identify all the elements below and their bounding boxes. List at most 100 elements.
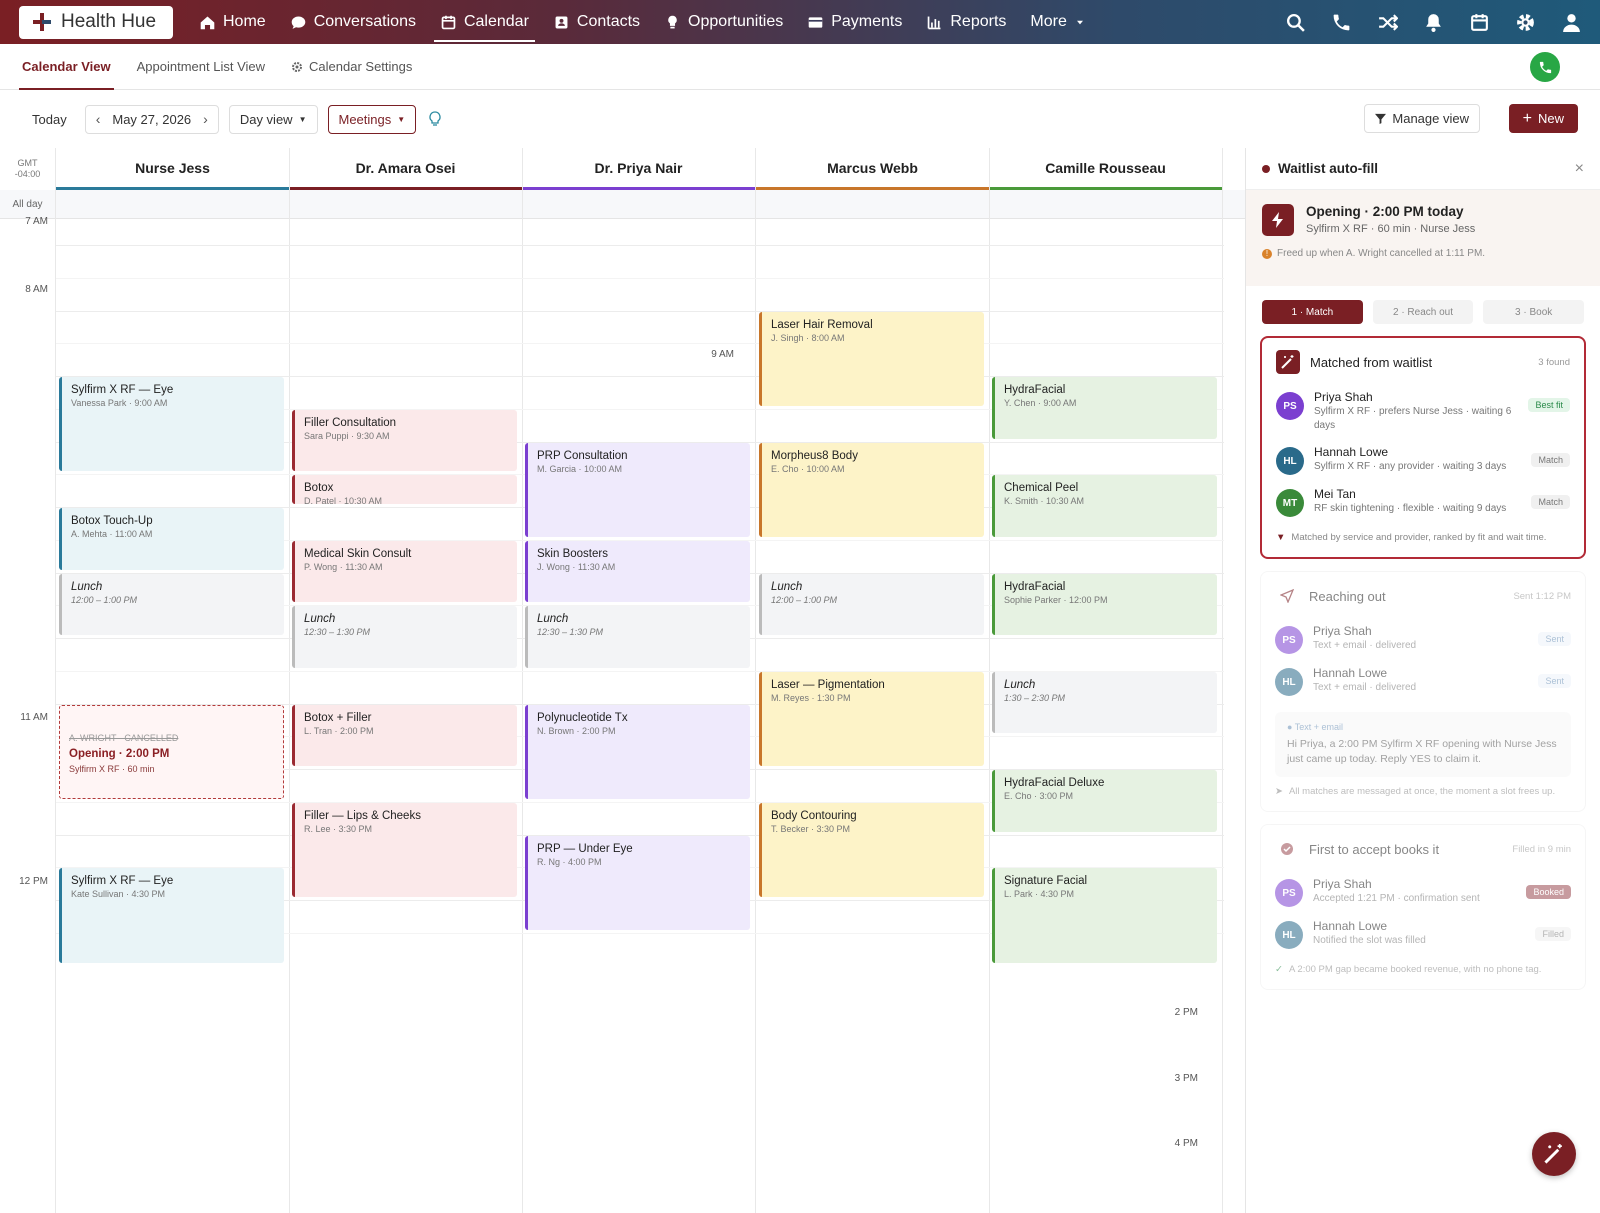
provider-header[interactable]: Dr. Priya Nair (522, 148, 755, 190)
provider-header[interactable]: Nurse Jess (56, 148, 289, 190)
manage-view-button[interactable]: Manage view (1364, 104, 1480, 133)
appointment-card[interactable]: Lunch 12:00 – 1:00 PM (759, 573, 984, 636)
list-item[interactable]: HL Hannah Lowe Notified the slot was fill… (1275, 913, 1571, 955)
appointment-card[interactable]: Sylfirm X RF — Eye Kate Sullivan · 4:30 P… (59, 868, 284, 963)
search-icon[interactable] (1284, 11, 1306, 33)
calendar-icon[interactable] (1468, 11, 1490, 33)
list-item[interactable]: PS Priya Shah Text + email · delivered Se… (1275, 618, 1571, 660)
time-label: 7 AM (25, 216, 48, 227)
lightbulb-icon[interactable] (428, 111, 442, 127)
appointment-card[interactable]: PRP Consultation M. Garcia · 10:00 AM (525, 442, 750, 537)
chevron-right-icon[interactable]: › (203, 111, 208, 127)
new-appointment-button[interactable]: + New (1508, 104, 1578, 133)
timezone-label: GMT -04:00 (0, 158, 55, 180)
list-item[interactable]: HL Hannah Lowe Text + email · delivered S… (1275, 660, 1571, 702)
list-item[interactable]: HL Hannah Lowe Sylfirm X RF · any provide… (1276, 439, 1570, 481)
appointment-card[interactable]: Lunch 12:30 – 1:30 PM (292, 606, 517, 668)
provider-header[interactable]: Marcus Webb (756, 148, 989, 190)
close-icon[interactable]: × (1575, 160, 1584, 178)
all-day-row[interactable]: All day (0, 190, 1245, 219)
appointment-detail: 1:30 – 2:30 PM (1004, 692, 1066, 703)
appointment-card[interactable]: Body Contouring T. Becker · 3:30 PM (759, 802, 984, 898)
nav-contacts[interactable]: Contacts (541, 2, 652, 42)
nav-label: Home (223, 13, 266, 30)
list-item[interactable]: PS Priya Shah Sylfirm X RF · prefers Nurs… (1276, 384, 1570, 439)
tab-appointment-list[interactable]: Appointment List View (124, 44, 278, 90)
appointment-card[interactable]: HydraFacial Y. Chen · 9:00 AM (992, 377, 1217, 439)
appointment-card[interactable]: Laser Hair Removal J. Singh · 8:00 AM (759, 311, 984, 406)
reach-list: PS Priya Shah Text + email · delivered Se… (1275, 618, 1571, 702)
nav-opportunities[interactable]: Opportunities (652, 2, 795, 42)
phone-icon[interactable] (1330, 11, 1352, 33)
nav-payments[interactable]: Payments (795, 2, 914, 42)
provider-header[interactable]: Camille Rousseau (989, 148, 1222, 190)
nav-calendar[interactable]: Calendar (428, 2, 541, 42)
current-date: May 27, 2026 (112, 111, 192, 127)
appointment-card[interactable]: Morpheus8 Body E. Cho · 10:00 AM (759, 442, 984, 537)
dialer-button[interactable] (1530, 52, 1560, 82)
appointment-title: HydraFacial (1004, 580, 1066, 593)
open-slot[interactable]: A. WRIGHT · CANCELLED Opening · 2:00 PM Sy… (59, 704, 284, 799)
appointment-title: PRP Consultation (537, 449, 628, 462)
today-button[interactable]: Today (22, 104, 77, 134)
appointment-detail: E. Cho · 3:00 PM (1004, 791, 1074, 802)
tab-calendar-view[interactable]: Calendar View (9, 44, 124, 90)
appointment-detail: L. Tran · 2:00 PM (304, 725, 374, 736)
step-match[interactable]: 1 · Match (1262, 300, 1363, 324)
step-reach-out[interactable]: 2 · Reach out (1372, 300, 1474, 324)
appointment-detail: J. Singh · 8:00 AM (771, 332, 845, 343)
user-icon[interactable] (1560, 11, 1582, 33)
appointment-card[interactable]: Skin Boosters J. Wong · 11:30 AM (525, 540, 750, 603)
bell-icon[interactable] (1422, 11, 1444, 33)
nav-home[interactable]: Home (187, 2, 278, 42)
appointment-title: Botox (304, 482, 334, 495)
appointment-card[interactable]: Polynucleotide Tx N. Brown · 2:00 PM (525, 704, 750, 799)
appointment-card[interactable]: Filler — Lips & Cheeks R. Lee · 3:30 PM (292, 802, 517, 898)
list-item[interactable]: MT Mei Tan RF skin tightening · flexible … (1276, 481, 1570, 523)
date-picker[interactable]: ‹ May 27, 2026 › (84, 104, 219, 134)
chevron-left-icon[interactable]: ‹ (96, 111, 101, 127)
appointment-card[interactable]: Lunch 12:00 – 1:00 PM (59, 573, 284, 636)
appointment-card[interactable]: Botox Touch-Up A. Mehta · 11:00 AM (59, 508, 284, 570)
appointment-card[interactable]: HydraFacial Sophie Parker · 12:00 PM (992, 573, 1217, 636)
grid-line (56, 310, 1224, 312)
appointment-card[interactable]: Filler Consultation Sara Puppi · 9:30 AM (292, 409, 517, 472)
appointment-card[interactable]: PRP — Under Eye R. Ng · 4:00 PM (525, 835, 750, 930)
step-book[interactable]: 3 · Book (1483, 300, 1585, 324)
ai-assist-button[interactable] (1532, 1132, 1576, 1176)
gear-icon[interactable] (1514, 11, 1536, 33)
appointment-card[interactable]: HydraFacial Deluxe E. Cho · 3:00 PM (992, 770, 1217, 832)
meetings-filter[interactable]: Meetings ▼ (327, 104, 417, 134)
provider-header[interactable]: Dr. Amara Osei (289, 148, 522, 190)
nav-conversations[interactable]: Conversations (278, 2, 428, 42)
appointment-card[interactable]: Medical Skin Consult P. Wong · 11:30 AM (292, 540, 517, 603)
appointment-card[interactable]: Botox D. Patel · 10:30 AM (292, 475, 517, 505)
footnote-text: A 2:00 PM gap became booked revenue, wit… (1288, 964, 1542, 975)
appointment-title: Laser Hair Removal (771, 318, 873, 331)
nav-reports[interactable]: Reports (914, 2, 1018, 42)
appointment-card[interactable]: Lunch 12:30 – 1:30 PM (525, 606, 750, 668)
appointment-title: Laser — Pigmentation (771, 678, 885, 691)
time-label: 12 PM (19, 876, 48, 887)
appointment-card[interactable]: Botox + Filler L. Tran · 2:00 PM (292, 704, 517, 767)
shuffle-icon[interactable] (1376, 11, 1398, 33)
nav-actions (1284, 0, 1582, 44)
tab-calendar-settings[interactable]: Calendar Settings (278, 44, 425, 90)
appointment-card[interactable]: Lunch 1:30 – 2:30 PM (992, 671, 1217, 734)
tz-line: GMT (17, 158, 38, 168)
gear-icon (292, 61, 303, 72)
new-label: New (1537, 111, 1564, 126)
person-name: Hannah Lowe (1313, 919, 1388, 933)
status-badge: Booked (1526, 885, 1571, 899)
nav-more[interactable]: More (1018, 2, 1097, 42)
list-item[interactable]: PS Priya Shah Accepted 1:21 PM · confirma… (1275, 871, 1571, 913)
app-logo[interactable]: Health Hue (19, 5, 173, 39)
appointment-card[interactable]: Signature Facial L. Park · 4:30 PM (992, 868, 1217, 963)
appointment-card[interactable]: Laser — Pigmentation M. Reyes · 1:30 PM (759, 671, 984, 767)
lightning-icon (1262, 204, 1294, 236)
status-badge: Match (1531, 495, 1570, 509)
appointment-card[interactable]: Chemical Peel K. Smith · 10:30 AM (992, 475, 1217, 537)
appointment-card[interactable]: Sylfirm X RF — Eye Vanessa Park · 9:00 AM (59, 377, 284, 472)
appointment-title: Signature Facial (1004, 875, 1088, 888)
view-select[interactable]: Day view ▼ (228, 104, 318, 134)
